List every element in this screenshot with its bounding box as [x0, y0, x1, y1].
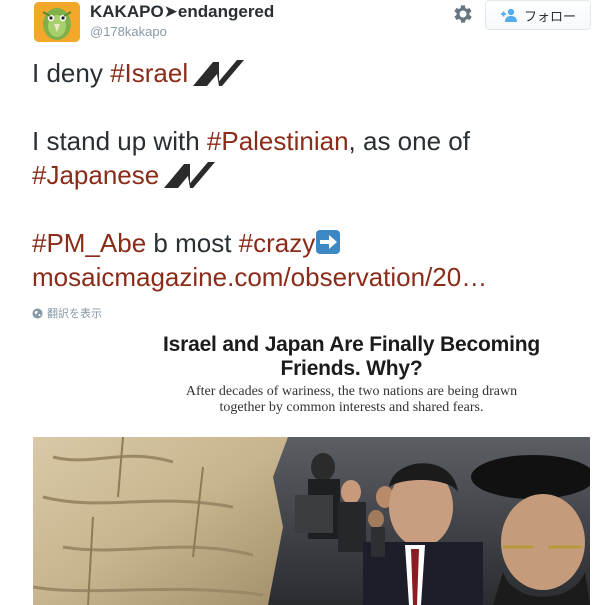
- tweet-text-segment: , as one of: [348, 126, 470, 156]
- hashtag-pm-abe[interactable]: #PM_Abe: [32, 228, 146, 258]
- card-subtitle-line-2: together by common interests and shared …: [219, 400, 484, 415]
- link-card[interactable]: Israel and Japan Are Finally Becoming Fr…: [33, 325, 590, 605]
- globe-icon: [32, 307, 43, 319]
- avatar[interactable]: [34, 2, 80, 42]
- tweet-header: KAKAPO➤endangered @178kakapo フォロー: [0, 0, 612, 48]
- tweet-text-segment: I stand up with: [32, 126, 207, 156]
- translate-toggle[interactable]: 翻訳を表示: [32, 305, 102, 321]
- follow-label: フォロー: [523, 8, 576, 24]
- tweet-line-4: #PM_Abe b most #crazy: [32, 226, 592, 260]
- hashtag-crazy[interactable]: #crazy: [239, 228, 316, 258]
- tweet-text-segment: b most: [146, 228, 239, 258]
- right-arrow-emoji-icon: [316, 230, 341, 254]
- tweet-line-1: I deny #Israel: [32, 56, 592, 90]
- card-subtitle-line-1: After decades of wariness, the two natio…: [185, 384, 518, 399]
- article-link[interactable]: mosaicmagazine.com/observation/20…: [32, 262, 487, 292]
- hashtag-israel[interactable]: #Israel: [110, 58, 188, 88]
- card-photo: [33, 437, 590, 605]
- card-title: Israel and Japan Are Finally Becoming Fr…: [33, 333, 590, 381]
- flag-emoji-icon: [193, 60, 245, 86]
- card-title-line-2: Friends. Why?: [280, 357, 423, 380]
- user-name[interactable]: KAKAPO➤endangered: [90, 2, 274, 22]
- translate-label: 翻訳を表示: [47, 308, 102, 320]
- hashtag-japanese[interactable]: #Japanese: [32, 160, 159, 190]
- follow-person-icon: [500, 8, 517, 22]
- card-title-line-1: Israel and Japan Are Finally Becoming: [163, 333, 540, 356]
- hashtag-palestinian[interactable]: #Palestinian: [207, 126, 349, 156]
- tweet-text-segment: I deny: [32, 58, 111, 88]
- tweet-line-2: I stand up with #Palestinian, as one of: [32, 124, 592, 158]
- gear-icon[interactable]: [451, 2, 475, 26]
- flag-emoji-icon: [164, 162, 216, 188]
- tweet-line-3: #Japanese: [32, 158, 592, 192]
- follow-button[interactable]: フォロー: [485, 0, 591, 30]
- user-handle[interactable]: @178kakapo: [90, 24, 167, 39]
- card-header: Israel and Japan Are Finally Becoming Fr…: [33, 325, 590, 437]
- tweet-text: I deny #Israel I stand up with #Palestin…: [32, 56, 592, 294]
- card-subtitle: After decades of wariness, the two natio…: [33, 384, 590, 416]
- tweet-line-5: mosaicmagazine.com/observation/20…: [32, 260, 592, 294]
